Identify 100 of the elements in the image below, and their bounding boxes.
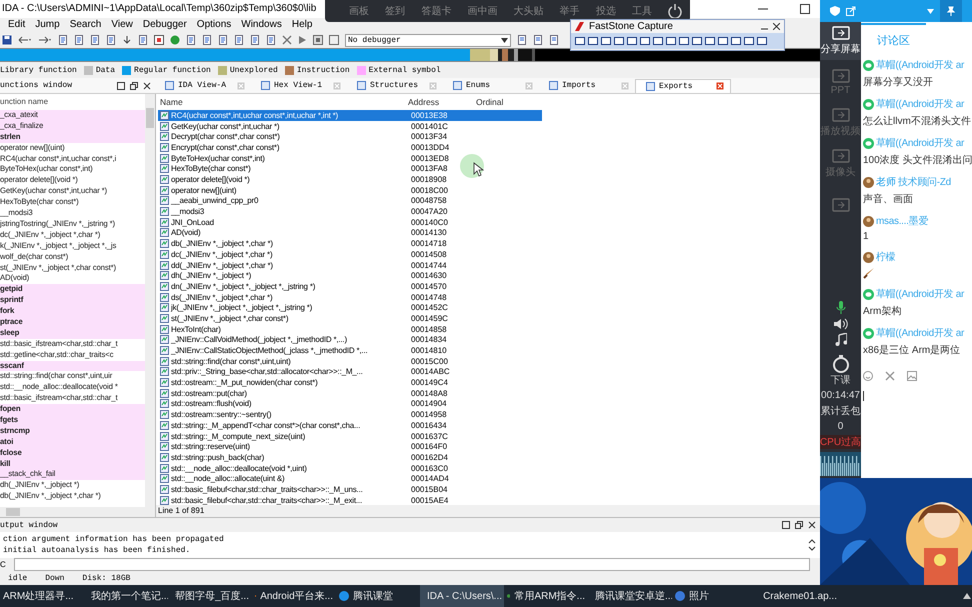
end-class-button[interactable]: 下课 — [830, 355, 850, 387]
menu-item[interactable]: View — [111, 19, 133, 30]
toolbar-item[interactable]: 投选 — [596, 4, 616, 18]
document-icon[interactable] — [533, 35, 543, 46]
microphone-icon[interactable] — [836, 301, 846, 315]
menu-item[interactable]: Options — [196, 19, 232, 30]
tab[interactable]: Exports — [635, 78, 731, 93]
close-icon[interactable] — [808, 521, 816, 530]
toolbar-item[interactable]: 答题卡 — [421, 4, 452, 18]
menu-item[interactable]: Windows — [241, 19, 282, 30]
save-icon[interactable] — [2, 35, 12, 46]
document-icon[interactable] — [138, 35, 148, 46]
taskbar-button[interactable]: ARM处理器寻... — [0, 585, 84, 607]
pin-button[interactable] — [940, 0, 962, 22]
table-row[interactable]: st(_JNIEnv *,_jobject *,char const*) 0001459C — [158, 313, 542, 324]
column-header[interactable]: Address — [408, 97, 476, 108]
table-row[interactable]: dc(_JNIEnv *,_jobject *,char *) 00014508 — [158, 248, 542, 260]
document-icon[interactable] — [186, 35, 196, 46]
document-icon[interactable] — [90, 35, 100, 46]
shield-icon[interactable] — [830, 6, 840, 16]
document-icon[interactable] — [106, 35, 116, 46]
taskbar-button[interactable]: 帮图字母_百度... — [168, 585, 252, 607]
table-row[interactable]: std::string::reserve(uint) 000164F0 — [158, 441, 542, 452]
table-row[interactable]: ds(_JNIEnv *,_jobject *,char *) 00014748 — [158, 292, 542, 302]
table-row[interactable]: __aeabi_unwind_cpp_pr0 00048758 — [158, 196, 542, 206]
caret-icon[interactable] — [927, 8, 934, 14]
document-icon[interactable] — [74, 35, 84, 46]
table-row[interactable]: dn(_JNIEnv *,_jobject *,_jobject *,_jstring *) 00014570 — [158, 281, 542, 292]
table-row[interactable]: HexToInt(char) 00014858 — [158, 324, 542, 334]
music-icon[interactable] — [834, 333, 846, 346]
table-row[interactable]: std::ostream::put(char) 000148A8 — [158, 388, 542, 399]
table-row[interactable]: std::__node_alloc::deallocate(void *,uint) 000163C0 — [158, 462, 542, 474]
taskbar-button[interactable]: 腾讯课堂 — [336, 585, 420, 607]
scissors-icon[interactable] — [885, 371, 895, 381]
scrollbar[interactable] — [145, 94, 155, 508]
table-row[interactable]: Decrypt(char const*,char const*) 00013F34 — [158, 131, 542, 142]
table-row[interactable]: JNI_OnLoad 000140C0 — [158, 216, 542, 228]
menu-item[interactable]: Edit — [8, 19, 26, 30]
stop-icon[interactable] — [329, 35, 339, 46]
table-row[interactable]: std::ostream::sentry::~sentry() 00014958 — [158, 409, 542, 420]
float-icon[interactable] — [795, 521, 803, 530]
command-field[interactable] — [14, 558, 810, 571]
tab[interactable]: IDA View-A — [155, 78, 251, 93]
toolbar-item[interactable]: 举手 — [560, 4, 580, 18]
table-row[interactable]: operator delete[](void *) 00018908 — [158, 174, 542, 185]
table-row[interactable]: _JNIEnv::CallVoidMethod(_jobject *,_jmethodID *,...) 00014834 — [158, 334, 542, 346]
emoji-icon[interactable] — [863, 371, 873, 381]
table-row[interactable]: std::string::push_back(char) 000162D4 — [158, 452, 542, 463]
speaker-icon[interactable] — [834, 318, 848, 330]
scroll-arrows-icon[interactable] — [808, 538, 816, 552]
column-header[interactable]: Name — [158, 97, 408, 108]
restore-icon[interactable] — [117, 82, 125, 90]
tab[interactable]: Enums — [443, 78, 539, 93]
table-row[interactable]: Encrypt(char const*,char const*) 00013DD4 — [158, 142, 542, 153]
restore-icon[interactable] — [782, 521, 790, 530]
back-arrow-icon[interactable] — [18, 35, 32, 46]
table-row[interactable]: std::ostream::flush(void) 00014904 — [158, 398, 542, 410]
document-icon[interactable] — [549, 35, 559, 46]
share-icon[interactable] — [846, 6, 856, 16]
table-row[interactable]: db(_JNIEnv *,_jobject *,char *) 00014718 — [158, 238, 542, 249]
tab[interactable]: Structures — [347, 78, 443, 93]
image-icon[interactable] — [907, 371, 917, 381]
toolbar-item[interactable]: 大头贴 — [514, 4, 544, 18]
forward-arrow-icon[interactable] — [38, 35, 52, 46]
sidebar-item[interactable]: 分享屏幕 — [820, 22, 861, 60]
table-row[interactable]: RC4(uchar const*,int,uchar const*,int,uchar *,int *) 00013E38 — [158, 110, 542, 121]
document-icon[interactable] — [250, 35, 260, 46]
maximize-icon[interactable] — [800, 4, 810, 14]
table-row[interactable]: __modsi3 00047A20 — [158, 206, 542, 217]
document-icon[interactable] — [234, 35, 244, 46]
menu-item[interactable]: Debugger — [142, 19, 187, 30]
table-row[interactable]: std::basic_filebuf<char,std::char_traits<char>>::_M_uns... 00015B04 — [158, 484, 542, 495]
document-icon[interactable] — [517, 35, 527, 46]
table-row[interactable]: ByteToHex(uchar const*,int) 00013ED8 — [158, 152, 542, 164]
toolbar-item[interactable]: 画板 — [349, 4, 369, 18]
navigation-band[interactable] — [0, 48, 820, 62]
table-row[interactable]: dd(_JNIEnv *,_jobject *,char *) 00014744 — [158, 260, 542, 270]
scrollbar[interactable] — [0, 507, 155, 518]
avatar[interactable] — [863, 216, 874, 226]
table-row[interactable]: std::string::_M_appendT<char const*>(char const*,cha... 00016434 — [158, 420, 542, 431]
tray-icon[interactable] — [962, 591, 972, 601]
table-row[interactable]: std::ostream::_M_put_nowiden(char const*) 000149C4 — [158, 377, 542, 388]
table-row[interactable]: _JNIEnv::CallStaticObjectMethod(_jclass *,_jmethodID *,... 00014810 — [158, 345, 542, 356]
avatar[interactable] — [863, 176, 874, 188]
table-row[interactable]: operator new[](uint) 00018C00 — [158, 184, 542, 196]
circle-icon[interactable] — [170, 35, 180, 46]
document-icon[interactable] — [58, 35, 68, 46]
float-icon[interactable] — [130, 82, 138, 90]
avatar[interactable] — [863, 252, 874, 262]
toolbar-item[interactable]: 签到 — [385, 4, 406, 18]
document-icon[interactable] — [266, 35, 276, 46]
table-row[interactable]: GetKey(uchar const*,int,uchar *) 0001401C — [158, 120, 542, 132]
debugger-dropdown[interactable]: No debugger — [345, 34, 511, 47]
document-icon[interactable] — [218, 35, 228, 46]
table-row[interactable]: AD(void) 00014130 — [158, 228, 542, 238]
close-icon[interactable] — [143, 82, 151, 90]
toolbar-item[interactable]: 画中画 — [467, 4, 498, 18]
graph-icon[interactable] — [154, 35, 164, 46]
taskbar-button[interactable]: Crakeme01.ap... — [756, 585, 840, 607]
down-arrow-icon[interactable] — [122, 35, 132, 46]
